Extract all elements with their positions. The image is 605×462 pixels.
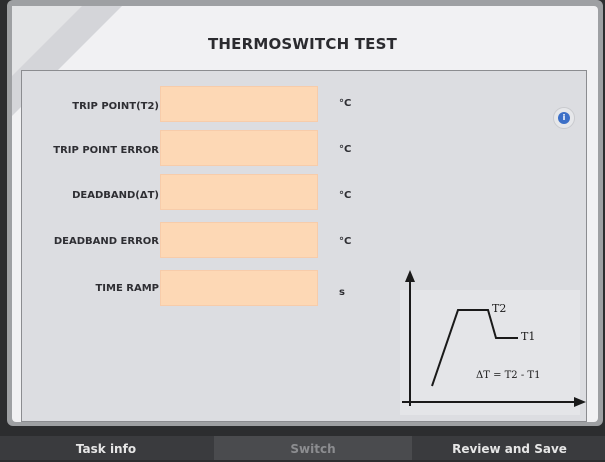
deadband-error-unit: °C [339, 236, 352, 247]
t2-label: T2 [492, 302, 506, 315]
page-title: THERMOSWITCH TEST [207, 35, 398, 53]
trip-point-error-unit: °C [339, 144, 352, 155]
y-axis-arrow-icon [405, 270, 415, 282]
time-ramp-label: TIME RAMP [95, 283, 159, 294]
info-icon: i [558, 112, 570, 124]
tab-task-info[interactable]: Task info [0, 436, 212, 460]
info-button[interactable]: i [553, 107, 575, 129]
deadband-label: DEADBAND(ΔT) [72, 190, 159, 201]
bottom-tab-bar: Task info Switch Review and Save [0, 436, 605, 460]
trip-point-label: TRIP POINT(T2) [72, 101, 159, 112]
tab-review-save[interactable]: Review and Save [414, 436, 605, 460]
trip-point-error-input[interactable] [160, 130, 318, 166]
time-ramp-input[interactable] [160, 270, 318, 306]
time-ramp-unit: s [339, 287, 345, 298]
trip-point-input[interactable] [160, 86, 318, 122]
deadband-unit: °C [339, 190, 352, 201]
trip-point-error-label: TRIP POINT ERROR [53, 145, 159, 156]
deadband-input[interactable] [160, 174, 318, 210]
t1-label: T1 [521, 330, 535, 343]
tab-switch[interactable]: Switch [214, 436, 412, 460]
deadband-diagram: T2 T1 ΔT = T2 - T1 [402, 270, 586, 407]
deadband-error-input[interactable] [160, 222, 318, 258]
trip-point-unit: °C [339, 98, 352, 109]
deadband-error-label: DEADBAND ERROR [53, 236, 159, 247]
x-axis-arrow-icon [574, 397, 586, 407]
delta-formula: ΔT = T2 - T1 [476, 370, 540, 381]
